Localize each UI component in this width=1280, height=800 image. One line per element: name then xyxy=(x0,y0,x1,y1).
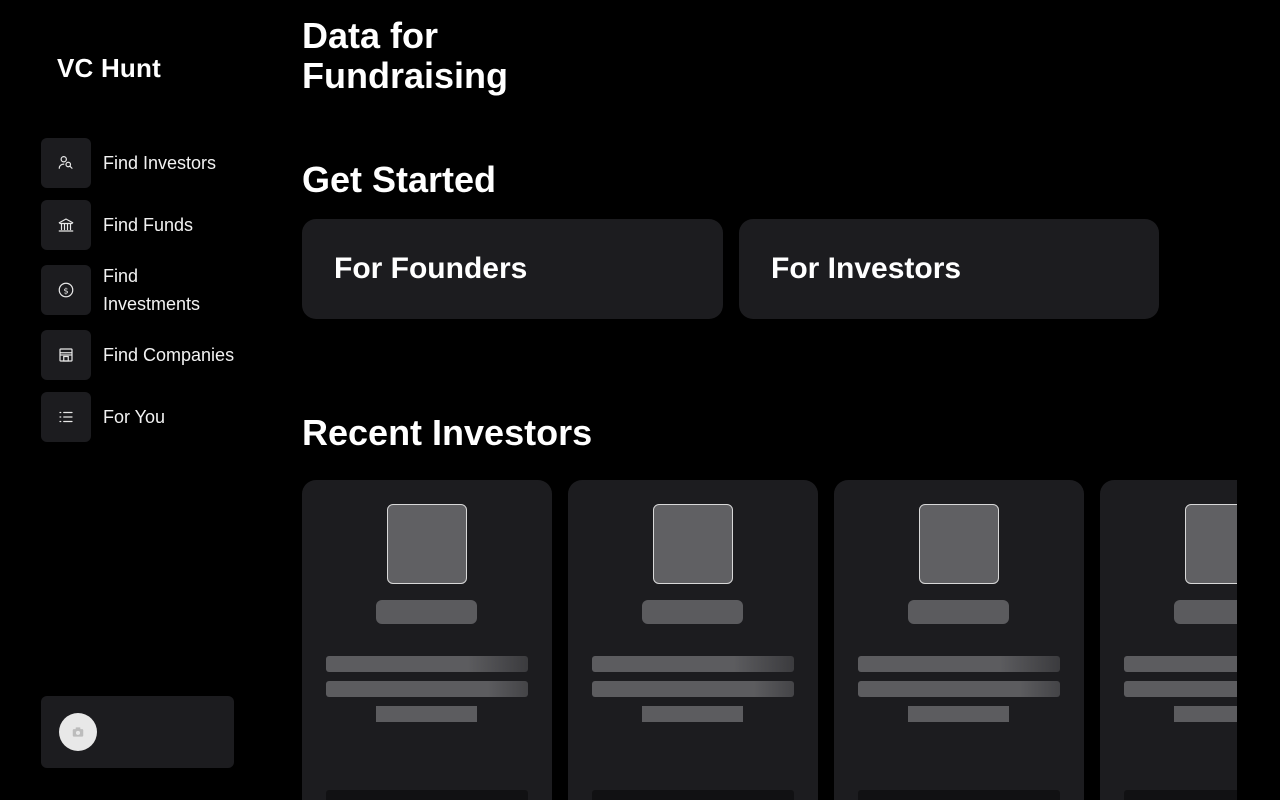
dollar-circle-icon: $ xyxy=(41,265,91,315)
investor-card-skeleton[interactable] xyxy=(302,480,552,800)
sidebar-item-for-you[interactable]: For You xyxy=(41,392,251,442)
text-placeholder xyxy=(858,681,1060,697)
main-content: Data for Fundraising Get Started For Fou… xyxy=(302,0,1237,800)
investor-card-skeleton[interactable] xyxy=(568,480,818,800)
page-title: Data for Fundraising xyxy=(302,15,508,96)
text-placeholder xyxy=(326,681,528,697)
brand-logo[interactable]: VC Hunt xyxy=(57,53,161,84)
sidebar-item-find-funds[interactable]: Find Funds xyxy=(41,200,251,250)
text-placeholder xyxy=(326,656,528,672)
sidebar-item-label: For You xyxy=(103,407,166,427)
sidebar-item-label: Find Investors xyxy=(103,153,217,173)
action-placeholder xyxy=(858,790,1060,800)
text-placeholder xyxy=(376,706,477,722)
get-started-title: Get Started xyxy=(302,159,497,200)
investor-card-skeleton[interactable] xyxy=(1100,480,1237,800)
sidebar-item-label: Find Funds xyxy=(103,215,194,235)
name-placeholder xyxy=(642,600,743,624)
sidebar: VC Hunt Find Investors Find Funds $ Find… xyxy=(0,0,270,800)
name-placeholder xyxy=(1174,600,1237,624)
investor-avatar-placeholder xyxy=(919,504,999,584)
for-investors-button[interactable]: For Investors xyxy=(739,219,1159,319)
name-placeholder xyxy=(376,600,477,624)
sidebar-nav: Find Investors Find Funds $ Find Investm… xyxy=(41,138,251,454)
investor-avatar-placeholder xyxy=(387,504,467,584)
text-placeholder xyxy=(1124,681,1237,697)
recent-investors-title: Recent Investors xyxy=(302,412,593,453)
sidebar-item-find-investments[interactable]: $ Find Investments xyxy=(41,262,251,318)
action-placeholder xyxy=(326,790,528,800)
store-icon xyxy=(41,330,91,380)
text-placeholder xyxy=(858,656,1060,672)
text-placeholder xyxy=(592,656,794,672)
for-founders-button[interactable]: For Founders xyxy=(302,219,723,319)
investor-card-skeleton[interactable] xyxy=(834,480,1084,800)
action-placeholder xyxy=(592,790,794,800)
bank-icon xyxy=(41,200,91,250)
account-button[interactable] xyxy=(41,696,234,768)
sidebar-item-label: Find Companies xyxy=(103,345,235,365)
sidebar-item-find-investors[interactable]: Find Investors xyxy=(41,138,251,188)
svg-text:$: $ xyxy=(63,285,68,295)
avatar xyxy=(59,713,97,751)
text-placeholder xyxy=(1174,706,1237,722)
list-icon xyxy=(41,392,91,442)
text-placeholder xyxy=(642,706,743,722)
text-placeholder xyxy=(908,706,1009,722)
investor-avatar-placeholder xyxy=(1185,504,1237,584)
user-search-icon xyxy=(41,138,91,188)
sidebar-item-label: Find Investments xyxy=(103,266,201,314)
investor-avatar-placeholder xyxy=(653,504,733,584)
recent-investors-list xyxy=(302,480,1237,800)
sidebar-item-find-companies[interactable]: Find Companies xyxy=(41,330,251,380)
text-placeholder xyxy=(1124,656,1237,672)
text-placeholder xyxy=(592,681,794,697)
camera-icon xyxy=(72,727,84,737)
name-placeholder xyxy=(908,600,1009,624)
action-placeholder xyxy=(1124,790,1237,800)
